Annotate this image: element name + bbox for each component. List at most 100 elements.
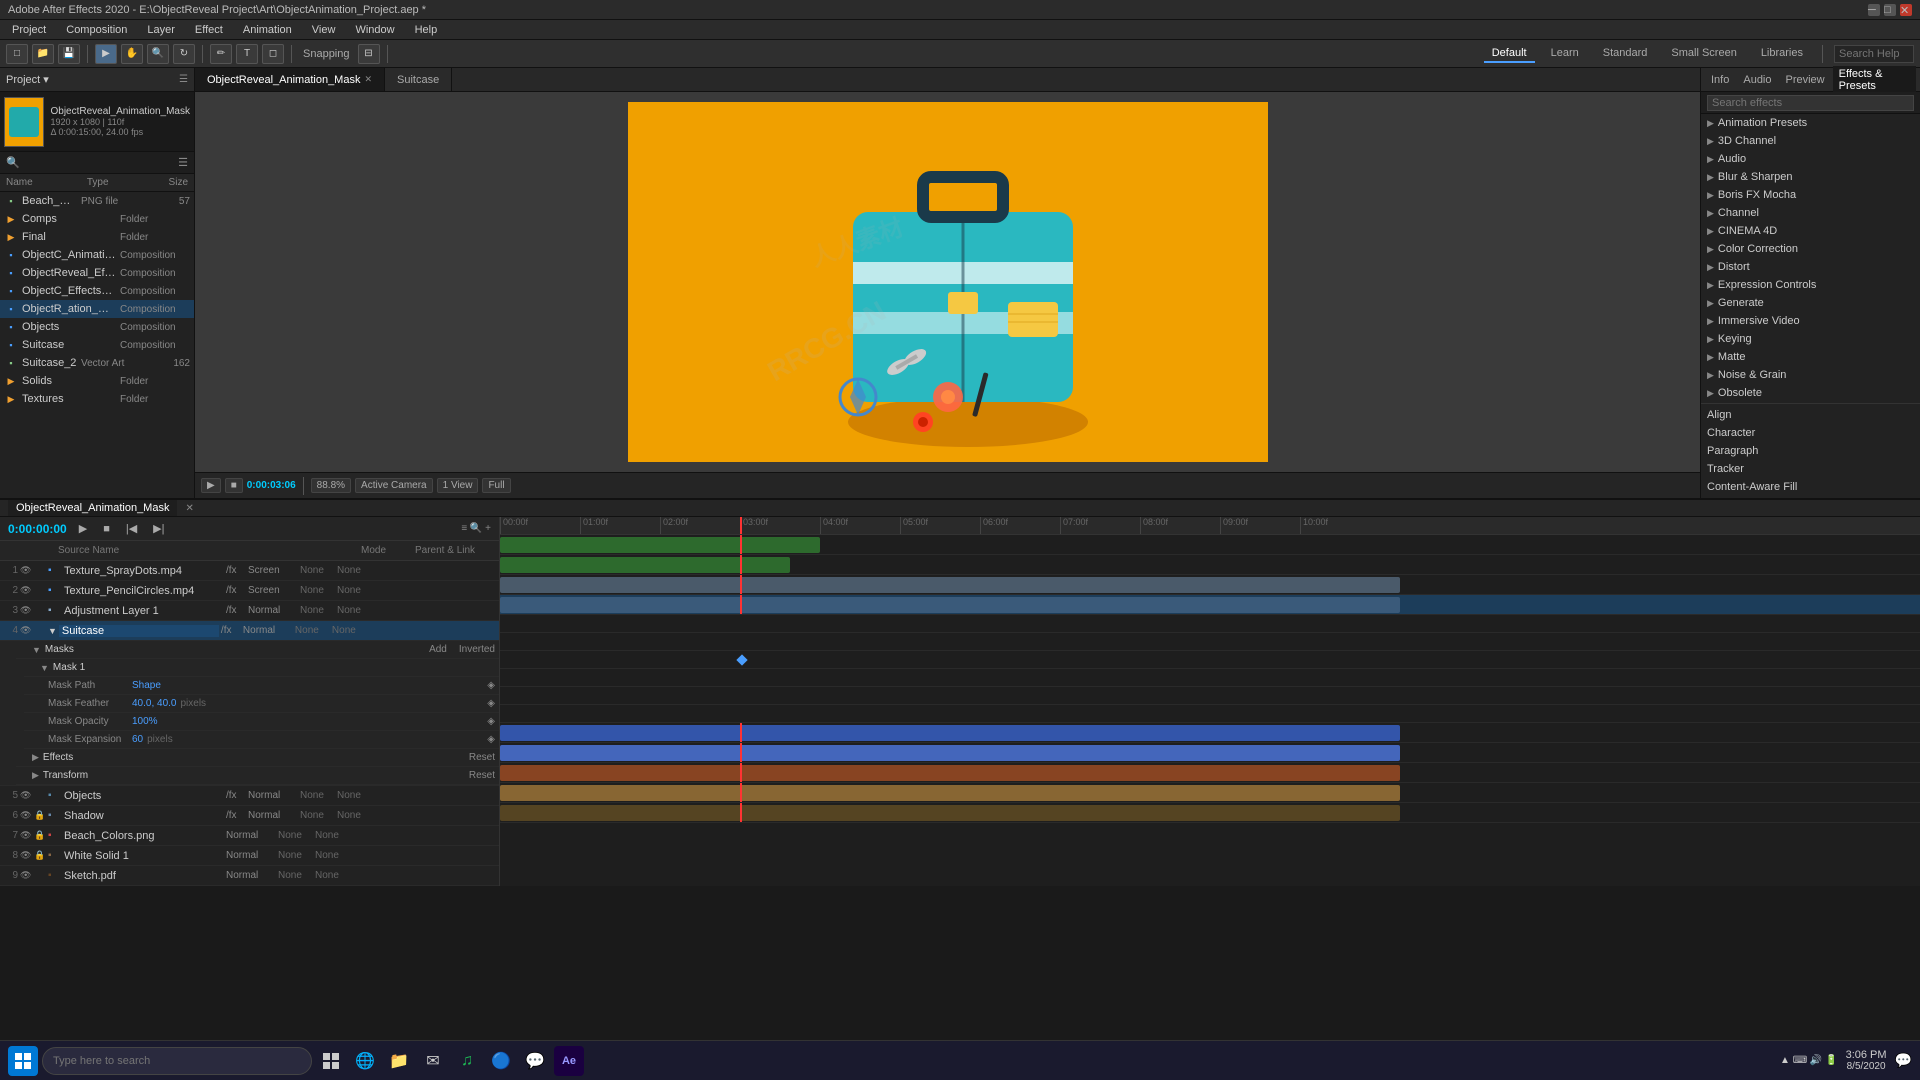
layer-row-2[interactable]: 2 👁 ▪ Texture_PencilCircles.mp4 /fx Scre… <box>0 581 499 601</box>
rp-tracker[interactable]: Tracker <box>1701 460 1920 478</box>
mask-path-value[interactable]: Shape <box>132 680 161 691</box>
layer-lock-7[interactable]: 🔒 <box>34 830 46 841</box>
mask-feather-value[interactable]: 40.0, 40.0 <box>132 698 176 709</box>
effects-cat-10[interactable]: ▶ Generate <box>1701 294 1920 312</box>
rp-character[interactable]: Character <box>1701 424 1920 442</box>
effects-cat-9[interactable]: ▶ Expression Controls <box>1701 276 1920 294</box>
menu-window[interactable]: Window <box>351 24 398 36</box>
menu-layer[interactable]: Layer <box>143 24 179 36</box>
track-row-1[interactable] <box>500 535 1920 555</box>
rp-paragraph[interactable]: Paragraph <box>1701 442 1920 460</box>
layer-fx-4[interactable]: /fx <box>221 625 241 636</box>
layer-parent-9[interactable]: None <box>315 870 339 881</box>
layer-fx-5[interactable]: /fx <box>226 790 246 801</box>
layer-row-8[interactable]: 8 👁 🔒 ▪ White Solid 1 Normal None None <box>0 846 499 866</box>
transform-header[interactable]: ▶ Transform Reset <box>16 767 499 785</box>
track-row-2[interactable] <box>500 555 1920 575</box>
track-row-7[interactable] <box>500 763 1920 783</box>
menu-composition[interactable]: Composition <box>62 24 131 36</box>
ws-tab-standard[interactable]: Standard <box>1595 45 1656 63</box>
ws-tab-learn[interactable]: Learn <box>1543 45 1587 63</box>
layer-mode-6[interactable]: Normal <box>248 810 298 821</box>
layer-vis-9[interactable]: 👁 <box>20 870 32 881</box>
layer-vis-3[interactable]: 👁 <box>20 605 32 616</box>
toolbar-zoom-tool[interactable]: 🔍 <box>147 44 169 64</box>
tl-play-btn[interactable]: ▶ <box>75 522 91 535</box>
layer-vis-2[interactable]: 👁 <box>20 585 32 596</box>
menu-effect[interactable]: Effect <box>191 24 227 36</box>
toolbar-select[interactable]: ▶ <box>95 44 117 64</box>
effects-cat-0[interactable]: ▶ Animation Presets <box>1701 114 1920 132</box>
layer-parent-4[interactable]: None <box>332 625 356 636</box>
toolbar-new[interactable]: □ <box>6 44 28 64</box>
track-row-6[interactable] <box>500 743 1920 763</box>
layer-row-1[interactable]: 1 👁 ▪ Texture_SprayDots.mp4 /fx Screen N… <box>0 561 499 581</box>
rp-tab-effects[interactable]: Effects & Presets <box>1833 66 1916 94</box>
taskbar-search-input[interactable] <box>42 1047 312 1075</box>
layer-expand-4[interactable]: ▼ <box>48 626 57 636</box>
vc-view-mode[interactable]: Active Camera <box>355 478 433 493</box>
masks-header[interactable]: ▼ Masks Add Inverted <box>16 641 499 659</box>
layer-parent-8[interactable]: None <box>315 850 339 861</box>
effects-search-input[interactable] <box>1707 95 1914 111</box>
close-btn[interactable]: ✕ <box>1900 4 1912 16</box>
layer-vis-6[interactable]: 👁 <box>20 810 32 821</box>
layer-mode-9[interactable]: Normal <box>226 870 276 881</box>
comp-tab-main[interactable]: ObjectReveal_Animation_Mask ✕ <box>195 68 385 92</box>
tl-first-btn[interactable]: |◀ <box>122 522 141 535</box>
project-filter-icon[interactable]: ☰ <box>178 156 188 169</box>
vc-views[interactable]: 1 View <box>437 478 479 493</box>
toolbar-shape[interactable]: ◻ <box>262 44 284 64</box>
taskbar-spotify[interactable]: ♫ <box>452 1046 482 1076</box>
proj-item-11[interactable]: ▶ Textures Folder <box>0 390 194 408</box>
tl-tab-main[interactable]: ObjectReveal_Animation_Mask <box>8 500 177 516</box>
rp-tab-info[interactable]: Info <box>1705 72 1735 88</box>
layer-mode-8[interactable]: Normal <box>226 850 276 861</box>
taskbar-messaging[interactable]: 💬 <box>520 1046 550 1076</box>
effects-cat-12[interactable]: ▶ Keying <box>1701 330 1920 348</box>
effects-cat-14[interactable]: ▶ Noise & Grain <box>1701 366 1920 384</box>
vc-play-btn[interactable]: ▶ <box>201 478 221 493</box>
effects-cat-4[interactable]: ▶ Boris FX Mocha <box>1701 186 1920 204</box>
layer-row-9[interactable]: 9 👁 ▪ Sketch.pdf Normal None None <box>0 866 499 886</box>
taskbar-edge[interactable]: 🌐 <box>350 1046 380 1076</box>
effects-reset-btn[interactable]: Reset <box>469 752 495 763</box>
menu-project[interactable]: Project <box>8 24 50 36</box>
layer-mode-5[interactable]: Normal <box>248 790 298 801</box>
maximize-btn[interactable]: □ <box>1884 4 1896 16</box>
ws-tab-libraries[interactable]: Libraries <box>1753 45 1811 63</box>
vc-resolution-btn[interactable]: 88.8% <box>311 478 351 493</box>
layer-mode-3[interactable]: Normal <box>248 605 298 616</box>
layer-vis-8[interactable]: 👁 <box>20 850 32 861</box>
layer-fx-3[interactable]: /fx <box>226 605 246 616</box>
layer-parent-1[interactable]: None <box>337 565 361 576</box>
menu-help[interactable]: Help <box>411 24 442 36</box>
taskbar-mail[interactable]: ✉ <box>418 1046 448 1076</box>
proj-item-0[interactable]: ▪ Beach_Colors.png PNG file 57 <box>0 192 194 210</box>
proj-item-1[interactable]: ▶ Comps Folder <box>0 210 194 228</box>
toolbar-rotate[interactable]: ↻ <box>173 44 195 64</box>
comp-tab-suitcase[interactable]: Suitcase <box>385 68 452 92</box>
effects-cat-2[interactable]: ▶ Audio <box>1701 150 1920 168</box>
toolbar-pen[interactable]: ✏ <box>210 44 232 64</box>
proj-item-4[interactable]: ▪ ObjectReveal_Effects Composition <box>0 264 194 282</box>
layer-mode-4[interactable]: Normal <box>243 625 293 636</box>
layer-vis-7[interactable]: 👁 <box>20 830 32 841</box>
taskbar-explorer[interactable]: 📁 <box>384 1046 414 1076</box>
effects-cat-7[interactable]: ▶ Color Correction <box>1701 240 1920 258</box>
toolbar-snap[interactable]: ⊟ <box>358 44 380 64</box>
effects-cat-15[interactable]: ▶ Obsolete <box>1701 384 1920 402</box>
track-row-3[interactable] <box>500 575 1920 595</box>
effects-cat-13[interactable]: ▶ Matte <box>1701 348 1920 366</box>
menu-animation[interactable]: Animation <box>239 24 296 36</box>
layer-parent-7[interactable]: None <box>315 830 339 841</box>
menu-view[interactable]: View <box>308 24 340 36</box>
mask-expansion-value[interactable]: 60 <box>132 734 143 745</box>
taskbar-task-view[interactable] <box>316 1046 346 1076</box>
layer-vis-4[interactable]: 👁 <box>20 625 32 636</box>
mask-1-header[interactable]: ▼ Mask 1 <box>24 659 499 677</box>
layer-vis-1[interactable]: 👁 <box>20 565 32 576</box>
layer-parent-3[interactable]: None <box>337 605 361 616</box>
toolbar-text[interactable]: T <box>236 44 258 64</box>
layer-parent-6[interactable]: None <box>337 810 361 821</box>
